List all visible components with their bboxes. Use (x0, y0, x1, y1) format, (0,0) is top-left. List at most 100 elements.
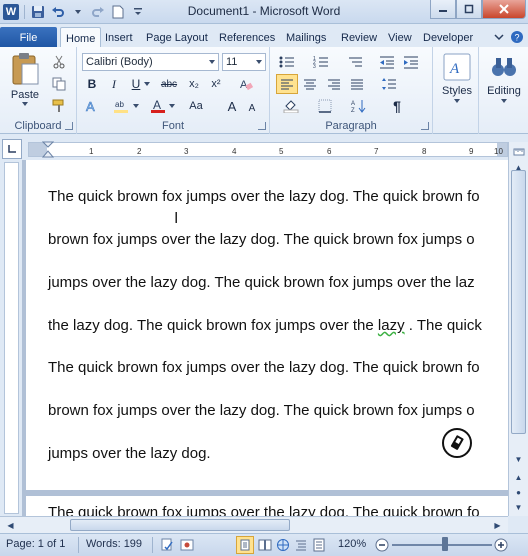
text-line[interactable]: brown fox jumps over the lazy dog. The q… (48, 402, 475, 419)
text-line[interactable]: brown fox jumps over the lazy dog. The q… (48, 231, 475, 248)
full-screen-reading-icon[interactable] (258, 538, 272, 552)
chevron-down-icon[interactable] (132, 97, 140, 115)
page-2[interactable]: The quick brown fox jumps over the lazy … (26, 496, 508, 516)
tab-page-layout[interactable]: Page Layout (141, 27, 213, 48)
font-size-select[interactable]: 11 (222, 53, 266, 71)
numbering-icon[interactable]: 123 (312, 53, 330, 71)
help-icon[interactable]: ? (510, 30, 524, 44)
font-name-select[interactable]: Calibri (Body) (82, 53, 219, 71)
copy-icon[interactable] (50, 75, 68, 93)
text-line[interactable]: The quick brown fox jumps over the lazy … (48, 359, 480, 376)
styles-button[interactable]: A Styles (437, 52, 477, 103)
horizontal-ruler[interactable]: 1 2 3 4 5 6 7 8 9 10 (28, 141, 508, 159)
scroll-down-icon[interactable]: ▼ (511, 452, 526, 467)
format-painter-icon[interactable] (50, 97, 68, 115)
zoom-out-icon[interactable] (375, 538, 389, 552)
tab-selector[interactable] (2, 139, 22, 159)
indent-marker-icon[interactable] (42, 141, 54, 159)
tab-mailings[interactable]: Mailings (281, 27, 331, 48)
paste-dropdown-icon[interactable] (22, 102, 28, 106)
web-layout-icon[interactable] (276, 538, 290, 552)
line-spacing-icon[interactable] (380, 75, 398, 93)
shading-icon[interactable] (282, 97, 300, 115)
strikethrough-button[interactable]: abc (157, 75, 181, 93)
tab-file[interactable]: File (0, 27, 57, 48)
subscript-button[interactable]: x₂ (185, 75, 203, 93)
text-effects-icon[interactable]: A (83, 97, 101, 115)
chevron-down-icon[interactable] (143, 75, 151, 93)
font-launcher-icon[interactable] (258, 122, 266, 130)
horizontal-scroll-thumb[interactable] (70, 519, 290, 531)
justify-icon[interactable] (348, 75, 366, 93)
close-button[interactable] (482, 0, 526, 19)
zoom-level[interactable]: 120% (338, 538, 366, 550)
vertical-ruler[interactable] (4, 162, 19, 514)
horizontal-scrollbar[interactable]: ◀ ▶ (0, 516, 508, 533)
editing-button[interactable]: Editing (481, 52, 527, 103)
italic-button[interactable]: I (105, 75, 123, 93)
browse-object-icon[interactable]: ● (511, 485, 526, 500)
sort-icon[interactable]: AZ (350, 97, 368, 115)
tab-review[interactable]: Review (336, 27, 382, 48)
clipboard-launcher-icon[interactable] (65, 122, 73, 130)
document-area[interactable]: The quick brown fox jumps over the lazy … (22, 160, 508, 516)
cut-icon[interactable] (50, 53, 68, 71)
ruler-toggle-icon[interactable] (511, 144, 526, 159)
page-1[interactable]: The quick brown fox jumps over the lazy … (26, 160, 508, 490)
text-line[interactable]: The quick brown fox jumps over the lazy … (48, 504, 480, 516)
text-line[interactable]: the lazy dog. The quick brown fox jumps … (48, 317, 482, 334)
text-line[interactable]: jumps over the lazy dog. The quick brown… (48, 274, 475, 291)
bullets-icon[interactable] (278, 53, 296, 71)
decrease-indent-icon[interactable] (378, 53, 396, 71)
borders-icon[interactable] (316, 97, 334, 115)
superscript-button[interactable]: x² (207, 75, 225, 93)
increase-indent-icon[interactable] (402, 53, 420, 71)
tab-developer[interactable]: Developer (418, 27, 478, 48)
page-count[interactable]: Page: 1 of 1 (6, 538, 65, 550)
proofing-icon[interactable] (160, 538, 174, 552)
spelling-error[interactable]: lazy (378, 317, 405, 334)
previous-page-icon[interactable]: ▲ (511, 470, 526, 485)
align-center-icon[interactable] (301, 75, 319, 93)
paste-button[interactable]: Paste (6, 52, 44, 106)
vertical-scrollbar[interactable]: ▲ ▼ ▲ ● ▼ (508, 142, 528, 516)
word-count[interactable]: Words: 199 (86, 538, 142, 550)
minimize-ribbon-icon[interactable] (494, 32, 504, 42)
bold-button[interactable]: B (83, 75, 101, 93)
show-formatting-button[interactable]: ¶ (388, 97, 406, 115)
text-line[interactable]: The quick brown fox jumps over the lazy … (48, 188, 480, 205)
multilevel-list-icon[interactable] (346, 53, 364, 71)
print-layout-view-button[interactable] (236, 536, 254, 554)
chevron-down-icon[interactable] (168, 97, 176, 115)
ruler-number: 9 (469, 147, 474, 156)
scroll-right-icon[interactable]: ▶ (490, 518, 505, 533)
scroll-left-icon[interactable]: ◀ (3, 518, 18, 533)
draft-view-icon[interactable] (312, 538, 326, 552)
text-line[interactable]: jumps over the lazy dog. (48, 445, 211, 462)
align-right-icon[interactable] (325, 75, 343, 93)
minimize-button[interactable] (430, 0, 456, 19)
paragraph-launcher-icon[interactable] (421, 122, 429, 130)
tab-home[interactable]: Home (60, 27, 102, 49)
ruler-number: 2 (137, 147, 142, 156)
paragraph-group: 123 AZ ¶ Paragraph (270, 47, 433, 134)
zoom-in-icon[interactable] (494, 538, 508, 552)
highlight-color-icon[interactable]: ab (113, 97, 131, 115)
tab-insert[interactable]: Insert (100, 27, 138, 48)
zoom-slider-thumb[interactable] (441, 537, 448, 551)
clear-formatting-icon[interactable]: A (237, 75, 255, 93)
tab-view[interactable]: View (383, 27, 417, 48)
grow-font-button[interactable]: A (223, 97, 241, 115)
align-left-button[interactable] (276, 74, 298, 94)
restore-button[interactable] (456, 0, 482, 19)
vertical-scroll-thumb[interactable] (511, 170, 526, 434)
change-case-button[interactable]: Aa (183, 97, 209, 115)
font-color-icon[interactable]: A (149, 97, 167, 115)
tab-references[interactable]: References (214, 27, 280, 48)
next-page-icon[interactable]: ▼ (511, 500, 526, 515)
macro-record-icon[interactable] (180, 538, 194, 552)
shrink-font-button[interactable]: A (243, 99, 261, 117)
ruler-number: 4 (232, 147, 237, 156)
text-line-tail: . The quick (404, 317, 482, 334)
outline-view-icon[interactable] (294, 538, 308, 552)
